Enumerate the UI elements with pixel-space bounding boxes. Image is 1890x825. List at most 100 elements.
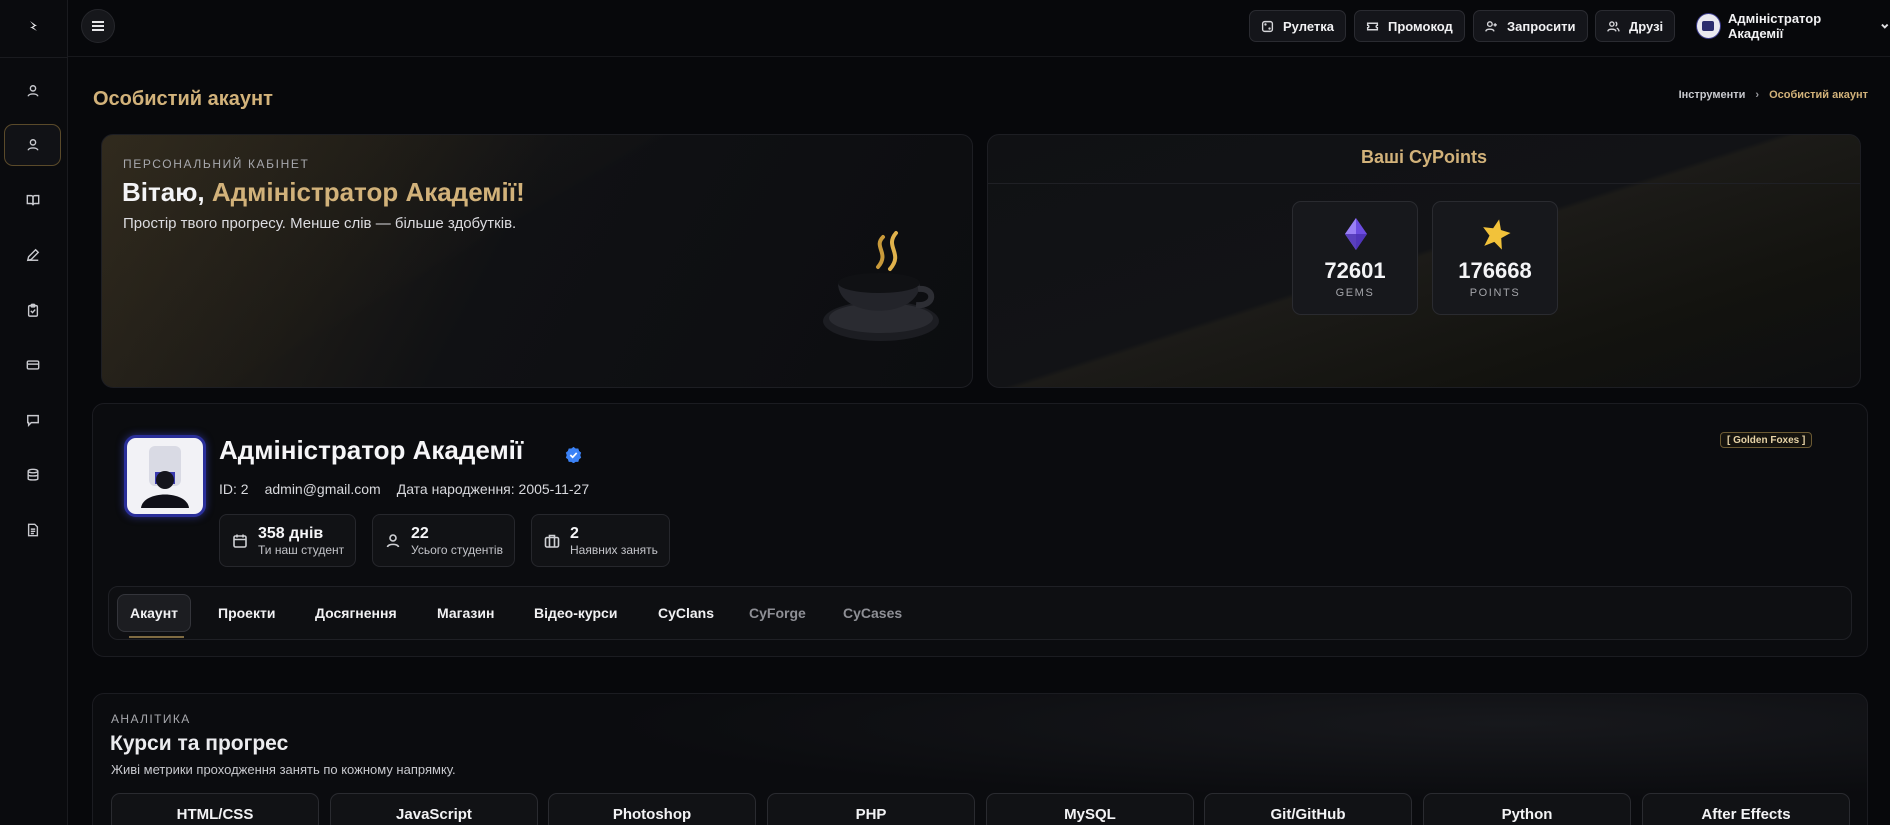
tab-cyclans[interactable]: CyClans	[658, 594, 714, 632]
tab-account[interactable]: Акаунт	[117, 594, 192, 632]
course-card-python[interactable]: Python	[1423, 793, 1631, 825]
promocode-button[interactable]: Промокод	[1354, 10, 1465, 42]
sidebar-item-edit[interactable]	[4, 234, 61, 276]
user-name: Адміністратор Академії	[1727, 11, 1822, 41]
cypoints-title: Ваші CyPoints	[1360, 147, 1488, 167]
clipboard-icon	[27, 303, 38, 317]
course-card-after-effects[interactable]: After Effects	[1642, 793, 1850, 825]
course-card-photoshop[interactable]: Photoshop	[548, 793, 756, 825]
hamburger-icon	[92, 21, 104, 31]
breadcrumb-current: Особистий акаунт	[1769, 89, 1868, 101]
welcome-kicker: ПЕРСОНАЛЬНИЙ КАБІНЕТ	[123, 157, 310, 171]
course-card-php[interactable]: PHP	[767, 793, 975, 825]
invite-button[interactable]: Запросити	[1473, 10, 1588, 42]
tab-projects[interactable]: Проекти	[218, 594, 275, 632]
chat-icon	[26, 414, 39, 427]
invite-label: Запросити	[1507, 18, 1576, 34]
card-icon	[26, 360, 39, 370]
users-icon	[1607, 20, 1620, 32]
star-icon	[1483, 219, 1511, 250]
avatar-image	[141, 446, 189, 508]
menu-button[interactable]	[81, 9, 115, 43]
tab-cyforge[interactable]: CyForge	[749, 594, 806, 632]
book-icon	[26, 194, 39, 206]
roulette-label: Рулетка	[1283, 18, 1334, 34]
gem-icon	[1345, 218, 1367, 250]
chevron-down-icon	[1881, 23, 1889, 29]
welcome-subtitle: Простір твого прогресу. Менше слів — біл…	[123, 215, 517, 232]
roulette-button[interactable]: Рулетка	[1249, 10, 1346, 42]
briefcase-icon	[544, 534, 560, 548]
document-icon	[27, 523, 38, 537]
friends-button[interactable]: Друзі	[1595, 10, 1676, 42]
profile-birthday: Дата народження: 2005-11-27	[396, 481, 590, 497]
profile-id: ID: 2	[219, 481, 249, 497]
breadcrumb: Інструменти › Особистий акаунт	[1679, 89, 1868, 101]
coffee-cup-icon	[823, 231, 939, 341]
sidebar-item-chat[interactable]	[4, 399, 61, 441]
profile-meta: ID: 2 admin@gmail.com Дата народження: 2…	[219, 481, 589, 497]
stat-lessons-value: 2	[570, 524, 579, 542]
points-box: 176668 POINTS	[1432, 201, 1558, 315]
breadcrumb-tools[interactable]: Інструменти	[1679, 89, 1746, 101]
stat-days-label: Ти наш студент	[258, 542, 345, 557]
gems-box: 72601 GEMS	[1292, 201, 1418, 315]
stat-students-value: 22	[411, 524, 429, 542]
sidebar-item-courses[interactable]	[4, 179, 61, 221]
tab-shop[interactable]: Магазин	[437, 594, 494, 632]
sidebar-item-payments[interactable]	[4, 344, 61, 386]
promocode-label: Промокод	[1388, 18, 1453, 34]
verified-badge-icon	[565, 446, 582, 463]
greeting-name: Адміністратор Академії!	[211, 177, 525, 207]
sidebar-divider	[0, 57, 68, 58]
sidebar	[0, 0, 68, 825]
ticket-icon	[1366, 22, 1379, 30]
active-tab-indicator	[129, 636, 184, 638]
student-icon	[386, 533, 400, 547]
calendar-icon	[233, 534, 247, 548]
stat-days: 358 днів Ти наш студент	[219, 514, 357, 567]
tab-video-courses[interactable]: Відео-курси	[534, 594, 617, 632]
clan-badge[interactable]: [ Golden Foxes ]	[1720, 432, 1813, 448]
user-menu[interactable]: Адміністратор Академії	[1696, 11, 1890, 41]
dice-icon	[1261, 20, 1274, 32]
user-plus-icon	[1485, 20, 1497, 32]
gems-value: 72601	[1324, 258, 1386, 283]
profile-email: admin@gmail.com	[264, 481, 381, 497]
breadcrumb-separator-icon: ›	[1755, 89, 1760, 101]
stat-days-value: 358 днів	[258, 524, 324, 542]
course-card-html-css[interactable]: HTML/CSS	[111, 793, 319, 825]
database-icon	[26, 468, 39, 481]
tab-cycases[interactable]: CyCases	[843, 594, 902, 632]
logo-icon[interactable]	[22, 14, 46, 38]
course-card-git-github[interactable]: Git/GitHub	[1204, 793, 1412, 825]
course-card-mysql[interactable]: MySQL	[986, 793, 1194, 825]
analytics-title: Курси та прогрес	[110, 732, 289, 755]
page-title: Особистий акаунт	[93, 88, 273, 110]
tab-achievements[interactable]: Досягнення	[315, 594, 397, 632]
sidebar-item-profile[interactable]	[4, 124, 61, 166]
pencil-icon	[26, 248, 39, 262]
stat-lessons: 2 Наявних занять	[531, 514, 670, 567]
sidebar-item-documents[interactable]	[4, 509, 61, 551]
profile-name: Адміністратор Академії	[219, 435, 524, 465]
profile-icon	[26, 139, 39, 151]
user-icon	[26, 85, 39, 97]
profile-avatar[interactable]	[124, 435, 206, 517]
sidebar-item-user[interactable]	[4, 70, 61, 112]
analytics-subtitle: Живі метрики проходження занять по кожно…	[111, 762, 456, 777]
sidebar-item-tasks[interactable]	[4, 289, 61, 331]
avatar	[1696, 13, 1721, 39]
points-label: POINTS	[1469, 287, 1521, 299]
welcome-greeting: Вітаю, Адміністратор Академії!	[122, 177, 525, 208]
friends-label: Друзі	[1629, 18, 1664, 34]
course-card-javascript[interactable]: JavaScript	[330, 793, 538, 825]
sidebar-item-database[interactable]	[4, 454, 61, 496]
stat-students: 22 Усього студентів	[372, 514, 515, 567]
points-value: 176668	[1458, 258, 1532, 283]
gems-label: GEMS	[1335, 287, 1375, 299]
stat-lessons-label: Наявних занять	[570, 542, 658, 557]
welcome-card: ПЕРСОНАЛЬНИЙ КАБІНЕТ Вітаю, Адміністрато…	[101, 134, 973, 388]
cypoints-card: Ваші CyPoints 72601 GEMS 176668 POINTS	[987, 134, 1861, 388]
greeting-text: Вітаю,	[122, 177, 205, 207]
